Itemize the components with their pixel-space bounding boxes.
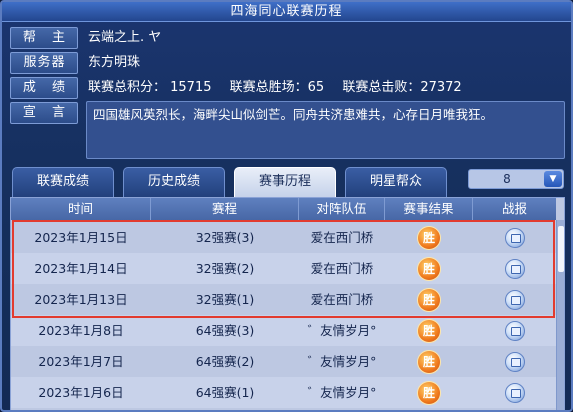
row-opponent: 爱在西门桥 [310,292,374,307]
row-opponent: 爱在西门桥 [310,230,374,245]
server-row: 服务器 东方明珠 [10,52,565,74]
server-label: 服务器 [10,52,78,74]
table-row[interactable]: 2023年1月8日 64强赛(3) ゛友情岁月° 胜 [11,315,556,346]
battle-report-icon[interactable] [504,352,525,372]
tab-star-members[interactable]: 明星帮众 [345,167,447,197]
total-wins: 联赛总胜场：65 [229,80,325,95]
declaration-label: 宣 言 [10,102,78,124]
battle-report-icon[interactable] [504,383,525,403]
row-opponent: 爱在西门桥 [310,261,374,276]
table-row[interactable]: 2023年1月13日 32强赛(1) 爱在西门桥 胜 [11,284,556,315]
page-select-value: 8 [503,172,511,186]
total-points: 联赛总积分： 15715 [88,80,212,95]
win-badge: 胜 [418,382,440,404]
score-row: 成 绩 联赛总积分： 15715 联赛总胜场：65 联赛总击败：27372 [10,77,565,99]
server-value: 东方明珠 [88,55,141,70]
window-title: 四海同心联赛历程 [2,2,571,22]
header-opponent: 对阵队伍 [299,198,385,220]
win-badge: 胜 [418,258,440,280]
league-history-window: 四海同心联赛历程 帮 主 云端之上. ヤ 服务器 东方明珠 成 绩 联赛总积分：… [0,0,573,412]
declaration-row: 宣 言 [10,102,80,124]
header-report: 战报 [501,201,527,216]
row-round: 64强赛(1) [195,385,255,400]
score-stats: 联赛总积分： 15715 联赛总胜场：65 联赛总击败：27372 [88,77,476,99]
match-table: 时间 赛程 对阵队伍 赛事结果 战报 2023年1月15日 32强赛(3) 爱在… [10,197,565,410]
leader-label: 帮 主 [10,27,78,49]
win-badge: 胜 [418,289,440,311]
row-date: 2023年1月13日 [34,292,128,307]
row-round: 32强赛(1) [195,292,255,307]
tab-league-results[interactable]: 联赛成绩 [12,167,114,197]
table-header: 时间 赛程 对阵队伍 赛事结果 战报 [11,198,556,220]
tab-match-history[interactable]: 赛事历程 [234,167,336,197]
row-date: 2023年1月14日 [34,261,128,276]
table-scrollbar[interactable] [556,220,564,410]
header-result: 赛事结果 [385,198,473,220]
row-round: 64强赛(3) [195,323,255,338]
row-opponent: ゛友情岁月° [307,385,377,400]
row-round: 64强赛(2) [195,354,255,369]
battle-report-icon[interactable] [504,290,525,310]
header-round: 赛程 [151,198,299,220]
battle-report-icon[interactable] [504,228,525,248]
row-date: 2023年1月15日 [34,230,128,245]
battle-report-icon[interactable] [504,259,525,279]
row-round: 32强赛(2) [195,261,255,276]
row-opponent: ゛友情岁月° [307,354,377,369]
table-row[interactable]: 2023年1月6日 64强赛(1) ゛友情岁月° 胜 [11,377,556,408]
row-date: 2023年1月8日 [38,323,124,338]
table-row[interactable]: 2023年1月15日 32强赛(3) 爱在西门桥 胜 [11,222,556,253]
declaration-text: 四国雄风英烈长，海畔尖山似剑芒。同舟共济患难共，心存日月唯我狂。 [86,101,565,159]
row-date: 2023年1月6日 [38,385,124,400]
page-select[interactable]: 8 ▼ [468,169,564,189]
score-label: 成 绩 [10,77,78,99]
header-date: 时间 [11,198,151,220]
win-badge: 胜 [418,320,440,342]
table-row[interactable]: 2023年1月14日 32强赛(2) 爱在西门桥 胜 [11,253,556,284]
leader-value: 云端之上. ヤ [88,30,162,45]
row-date: 2023年1月7日 [38,354,124,369]
chevron-down-icon[interactable]: ▼ [544,171,562,187]
scrollbar-thumb[interactable] [558,226,564,272]
leader-row: 帮 主 云端之上. ヤ [10,27,565,49]
win-badge: 胜 [418,351,440,373]
row-round: 32强赛(3) [195,230,255,245]
total-losses: 联赛总击败：27372 [342,80,462,95]
table-row[interactable]: 2023年1月7日 64强赛(2) ゛友情岁月° 胜 [11,346,556,377]
tab-history-results[interactable]: 历史成绩 [123,167,225,197]
win-badge: 胜 [418,227,440,249]
battle-report-icon[interactable] [504,321,525,341]
row-opponent: ゛友情岁月° [307,323,377,338]
